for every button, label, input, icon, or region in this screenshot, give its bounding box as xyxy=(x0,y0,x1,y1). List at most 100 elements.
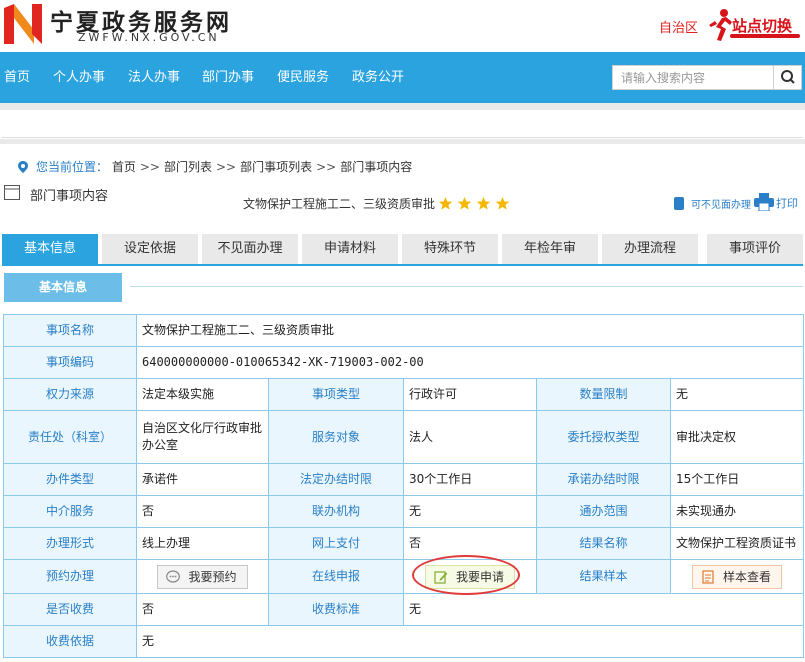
cell-value: 640000000000-010065342-XK-719003-002-00 xyxy=(135,346,805,379)
cell-value: 15个工作日 xyxy=(669,463,805,496)
main-nav: 首页 个人办事 法人办事 部门办事 便民服务 政务公开 xyxy=(0,52,805,103)
divider-band-bottom xyxy=(0,139,805,144)
tab-remote-handling[interactable]: 不见面办理 xyxy=(202,234,298,264)
highlight-ring xyxy=(411,554,520,595)
site-header: 宁夏政务服务网 ZWFW.NX.GOV.CN 自治区 站点切换 xyxy=(0,0,805,52)
cell-key: 收费标准 xyxy=(268,593,404,626)
remote-handle-label: 可不见面办理 xyxy=(691,200,751,211)
section-title: 基本信息 xyxy=(4,273,122,302)
breadcrumb-current: 部门事项内容 xyxy=(340,160,413,174)
tab-special-steps[interactable]: 特殊环节 xyxy=(402,234,498,264)
cell-key: 委托授权类型 xyxy=(536,410,671,464)
breadcrumb-home[interactable]: 首页 xyxy=(112,160,136,174)
breadcrumb-label: 您当前位置： xyxy=(36,160,109,174)
tab-underline xyxy=(2,264,803,266)
table-row: 中介服务 否 联办机构 无 通办范围 未实现通办 xyxy=(3,495,805,528)
cell-value: 线上办理 xyxy=(136,527,269,560)
nav-item-convenience[interactable]: 便民服务 xyxy=(277,52,329,103)
cell-value: 法定本级实施 xyxy=(136,378,269,411)
item-title: 文物保护工程施工二、三级资质审批 xyxy=(243,197,436,211)
table-row: 责任处（科室） 自治区文化厅行政审批办公室 服务对象 法人 委托授权类型 审批决… xyxy=(3,410,805,464)
tab-annual-review[interactable]: 年检年审 xyxy=(502,234,598,264)
booking-button-label: 我要预约 xyxy=(188,569,237,584)
cell-value: 无 xyxy=(135,625,805,658)
cell-value: 无 xyxy=(669,378,805,411)
site-domain: ZWFW.NX.GOV.CN xyxy=(78,31,220,44)
table-row: 办件类型 承诺件 法定办结时限 30个工作日 承诺办结时限 15个工作日 xyxy=(3,463,805,496)
cell-value: 无 xyxy=(402,593,805,626)
search-input[interactable] xyxy=(613,66,773,89)
remote-icon xyxy=(674,197,684,210)
tab-basic-info[interactable]: 基本信息 xyxy=(2,234,98,264)
cell-value: 未实现通办 xyxy=(669,495,805,528)
sample-view-button[interactable]: 样本查看 xyxy=(692,564,783,589)
star-icon xyxy=(495,196,510,210)
remote-handle-link[interactable]: 可不见面办理 xyxy=(674,196,751,211)
star-icon xyxy=(476,196,491,210)
site-switch-button[interactable]: 站点切换 xyxy=(706,7,802,43)
cell-key: 联办机构 xyxy=(268,495,404,528)
cell-key: 网上支付 xyxy=(268,527,404,560)
nav-item-department[interactable]: 部门办事 xyxy=(202,52,254,103)
cell-key: 事项名称 xyxy=(3,314,137,347)
cell-value: 自治区文化厅行政审批办公室 xyxy=(136,410,269,464)
switch-underline xyxy=(730,34,800,38)
rating-stars xyxy=(438,196,514,214)
cell-key: 收费依据 xyxy=(3,625,137,658)
print-button[interactable]: 打印 xyxy=(754,193,798,212)
table-row: 事项名称 文物保护工程施工二、三级资质审批 xyxy=(3,314,805,347)
cell-value: 我要申请 xyxy=(403,554,537,595)
booking-button[interactable]: 我要预约 xyxy=(157,564,248,589)
tab-bar: 基本信息 设定依据 不见面办理 申请材料 特殊环节 年检年审 办理流程 事项评价 xyxy=(2,234,803,264)
cell-key: 数量限制 xyxy=(536,378,671,411)
breadcrumb-sep: >> xyxy=(215,160,237,174)
divider-band xyxy=(0,103,805,110)
section-divider xyxy=(130,286,803,287)
cell-value: 30个工作日 xyxy=(403,463,537,496)
document-icon xyxy=(702,569,714,584)
basic-info-table: 事项名称 文物保护工程施工二、三级资质审批 事项编码 640000000000-… xyxy=(3,314,805,658)
document-icon xyxy=(4,185,20,200)
cell-key: 权力来源 xyxy=(3,378,137,411)
region-link[interactable]: 自治区 xyxy=(659,17,698,36)
tab-materials[interactable]: 申请材料 xyxy=(302,234,398,264)
cell-key: 预约办理 xyxy=(3,559,137,594)
cell-key: 通办范围 xyxy=(536,495,671,528)
cell-value: 行政许可 xyxy=(403,378,537,411)
cell-key: 承诺办结时限 xyxy=(536,463,671,496)
breadcrumb-dept-list[interactable]: 部门列表 xyxy=(164,160,212,174)
site-switch-label: 站点切换 xyxy=(732,17,793,35)
table-row: 是否收费 否 收费标准 无 xyxy=(3,593,805,626)
cell-value: 承诺件 xyxy=(136,463,269,496)
tab-process[interactable]: 办理流程 xyxy=(602,234,698,264)
breadcrumb: 您当前位置： 首页 >> 部门列表 >> 部门事项列表 >> 部门事项内容 xyxy=(18,158,412,175)
cell-key: 事项编码 xyxy=(3,346,137,379)
cell-key: 办件类型 xyxy=(3,463,137,496)
tab-legal-basis[interactable]: 设定依据 xyxy=(102,234,198,264)
tab-evaluation[interactable]: 事项评价 xyxy=(707,234,803,264)
table-row: 办理形式 线上办理 网上支付 否 结果名称 文物保护工程资质证书 xyxy=(3,527,805,560)
table-row: 权力来源 法定本级实施 事项类型 行政许可 数量限制 无 xyxy=(3,378,805,411)
printer-icon xyxy=(754,193,774,212)
cell-value: 法人 xyxy=(403,410,537,464)
site-logo-icon xyxy=(4,4,42,44)
cell-value: 文物保护工程资质证书 xyxy=(669,527,805,560)
nav-item-personal[interactable]: 个人办事 xyxy=(53,52,105,103)
nav-item-public-affairs[interactable]: 政务公开 xyxy=(352,52,404,103)
chat-bubble-icon xyxy=(166,569,181,583)
breadcrumb-dept-items[interactable]: 部门事项列表 xyxy=(240,160,312,174)
breadcrumb-sep: >> xyxy=(316,160,337,174)
notice-bar xyxy=(2,110,803,138)
table-row: 收费依据 无 xyxy=(3,625,805,658)
cell-value: 否 xyxy=(136,593,269,626)
apply-wrap: 我要申请 xyxy=(411,554,520,595)
search-icon xyxy=(781,70,795,84)
nav-item-home[interactable]: 首页 xyxy=(4,52,30,103)
cell-key: 服务对象 xyxy=(268,410,404,464)
cell-value: 审批决定权 xyxy=(669,410,805,464)
table-row: 事项编码 640000000000-010065342-XK-719003-00… xyxy=(3,346,805,379)
nav-item-legal-person[interactable]: 法人办事 xyxy=(128,52,180,103)
search-button[interactable] xyxy=(773,66,801,89)
page-title: 部门事项内容 xyxy=(30,189,109,204)
star-icon xyxy=(438,196,453,210)
